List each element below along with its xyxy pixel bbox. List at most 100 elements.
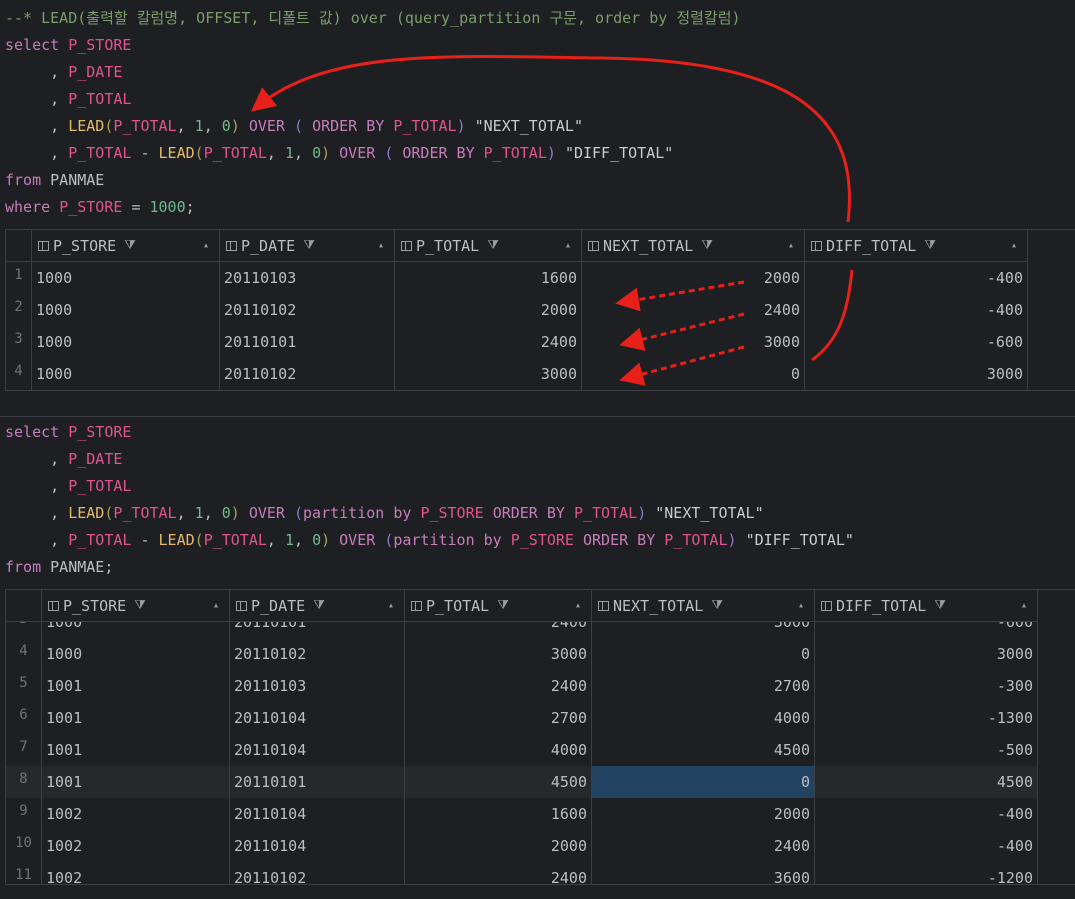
cell-p-total[interactable]: 2000 xyxy=(405,830,592,862)
cell-diff-total[interactable]: 3000 xyxy=(805,358,1028,390)
cell-p-total[interactable]: 3000 xyxy=(405,638,592,670)
cell-p-date[interactable]: 20110102 xyxy=(230,862,405,884)
cell-p-date[interactable]: 20110101 xyxy=(220,326,395,358)
table-row[interactable]: 4 1000 20110102 3000 0 3000 xyxy=(6,358,1028,390)
cell-p-store[interactable]: 1000 xyxy=(32,294,220,326)
column-header-p-store[interactable]: P_STORE ⧩ ▴ xyxy=(32,230,220,261)
cell-p-date[interactable]: 20110104 xyxy=(230,798,405,830)
cell-p-total[interactable]: 2400 xyxy=(405,862,592,884)
cell-diff-total[interactable]: 4500 xyxy=(815,766,1038,798)
cell-diff-total[interactable]: -400 xyxy=(815,830,1038,862)
filter-icon[interactable]: ⧩ xyxy=(701,238,713,253)
table-row[interactable]: 2 1000 20110102 2000 2400 -400 xyxy=(6,294,1028,326)
cell-next-total[interactable]: 2400 xyxy=(582,294,805,326)
sort-icon[interactable]: ▴ xyxy=(213,600,219,611)
cell-p-total[interactable]: 3000 xyxy=(395,358,582,390)
column-header-p-store[interactable]: P_STORE ⧩ ▴ xyxy=(42,590,230,621)
cell-next-total[interactable]: 0 xyxy=(582,358,805,390)
cell-p-store[interactable]: 1002 xyxy=(42,830,230,862)
cell-p-store[interactable]: 1002 xyxy=(42,862,230,884)
query1-editor[interactable]: --* LEAD(출력할 칼럼명, OFFSET, 디폴트 값) over (q… xyxy=(0,5,1075,221)
cell-p-total[interactable]: 2700 xyxy=(405,702,592,734)
column-header-p-total[interactable]: P_TOTAL ⧩ ▴ xyxy=(405,590,592,621)
cell-next-total[interactable]: 4000 xyxy=(592,702,815,734)
sort-icon[interactable]: ▴ xyxy=(1011,240,1017,251)
cell-p-total[interactable]: 4500 xyxy=(405,766,592,798)
sort-icon[interactable]: ▴ xyxy=(203,240,209,251)
filter-icon[interactable]: ⧩ xyxy=(487,238,499,253)
table-row[interactable]: 7 1001 20110104 4000 4500 -500 xyxy=(6,734,1038,766)
cell-diff-total[interactable]: -400 xyxy=(805,294,1028,326)
table-row[interactable]: 6 1001 20110104 2700 4000 -1300 xyxy=(6,702,1038,734)
result-grid-1[interactable]: P_STORE ⧩ ▴ P_DATE ⧩ ▴ P_TOTAL ⧩ ▴ NEXT_TOTAL ⧩ ▴ DI… xyxy=(5,229,1075,391)
cell-next-total[interactable]: 2000 xyxy=(592,798,815,830)
column-header-diff-total[interactable]: DIFF_TOTAL ⧩ ▴ xyxy=(815,590,1038,621)
cell-p-total[interactable]: 2400 xyxy=(395,326,582,358)
cell-p-date[interactable]: 20110104 xyxy=(230,830,405,862)
cell-next-total[interactable]: 2000 xyxy=(582,262,805,294)
cell-p-store[interactable]: 1000 xyxy=(32,262,220,294)
table-row[interactable]: 10 1002 20110104 2000 2400 -400 xyxy=(6,830,1038,862)
cell-diff-total[interactable]: -600 xyxy=(805,326,1028,358)
cell-p-store[interactable]: 1001 xyxy=(42,670,230,702)
query2-editor[interactable]: select P_STORE , P_DATE , P_TOTAL , LEAD… xyxy=(0,419,1075,581)
cell-next-total[interactable]: 3000 xyxy=(582,326,805,358)
table-row[interactable]: 9 1002 20110104 1600 2000 -400 xyxy=(6,798,1038,830)
cell-p-total[interactable]: 4000 xyxy=(405,734,592,766)
cell-p-store[interactable]: 1001 xyxy=(42,766,230,798)
sort-icon[interactable]: ▴ xyxy=(1021,600,1027,611)
column-header-next-total[interactable]: NEXT_TOTAL ⧩ ▴ xyxy=(582,230,805,261)
table-row[interactable]: 11 1002 20110102 2400 3600 -1200 xyxy=(6,862,1038,884)
filter-icon[interactable]: ⧩ xyxy=(924,238,936,253)
cell-p-total[interactable]: 2000 xyxy=(395,294,582,326)
cell-p-store[interactable]: 1001 xyxy=(42,702,230,734)
sort-icon[interactable]: ▴ xyxy=(798,600,804,611)
cell-p-date[interactable]: 20110103 xyxy=(220,262,395,294)
sort-icon[interactable]: ▴ xyxy=(788,240,794,251)
table-row[interactable]: 310002011010124003000-600 xyxy=(6,326,1028,358)
column-header-p-total[interactable]: P_TOTAL ⧩ ▴ xyxy=(395,230,582,261)
cell-diff-total[interactable]: -1300 xyxy=(815,702,1038,734)
cell-p-total[interactable]: 2400 xyxy=(405,670,592,702)
cell-diff-total[interactable]: -1200 xyxy=(815,862,1038,884)
column-header-p-date[interactable]: P_DATE ⧩ ▴ xyxy=(230,590,405,621)
table-row[interactable]: 4 1000 20110102 3000 0 3000 xyxy=(6,638,1038,670)
cell-p-date[interactable]: 20110102 xyxy=(230,638,405,670)
cell-diff-total[interactable]: -400 xyxy=(815,798,1038,830)
column-header-p-date[interactable]: P_DATE ⧩ ▴ xyxy=(220,230,395,261)
filter-icon[interactable]: ⧩ xyxy=(134,598,146,613)
cell-diff-total[interactable]: -300 xyxy=(815,670,1038,702)
sort-icon[interactable]: ▴ xyxy=(378,240,384,251)
filter-icon[interactable]: ⧩ xyxy=(124,238,136,253)
filter-icon[interactable]: ⧩ xyxy=(313,598,325,613)
filter-icon[interactable]: ⧩ xyxy=(303,238,315,253)
cell-next-total[interactable]: 2400 xyxy=(592,830,815,862)
column-header-diff-total[interactable]: DIFF_TOTAL ⧩ ▴ xyxy=(805,230,1028,261)
cell-p-date[interactable]: 20110103 xyxy=(230,670,405,702)
cell-p-date[interactable]: 20110104 xyxy=(230,702,405,734)
cell-next-total[interactable]: 2700 xyxy=(592,670,815,702)
cell-next-total[interactable]: 0 xyxy=(592,766,815,798)
sort-icon[interactable]: ▴ xyxy=(388,600,394,611)
filter-icon[interactable]: ⧩ xyxy=(934,598,946,613)
sort-icon[interactable]: ▴ xyxy=(575,600,581,611)
column-header-next-total[interactable]: NEXT_TOTAL ⧩ ▴ xyxy=(592,590,815,621)
cell-diff-total[interactable]: -500 xyxy=(815,734,1038,766)
cell-p-date[interactable]: 20110104 xyxy=(230,734,405,766)
filter-icon[interactable]: ⧩ xyxy=(711,598,723,613)
table-row[interactable]: 8 1001 20110101 4500 0 4500 xyxy=(6,766,1038,798)
cell-p-store[interactable]: 1000 xyxy=(32,326,220,358)
cell-p-store[interactable]: 1000 xyxy=(32,358,220,390)
cell-p-date[interactable]: 20110102 xyxy=(220,358,395,390)
result-grid-2[interactable]: P_STORE ⧩ ▴ P_DATE ⧩ ▴ P_TOTAL ⧩ ▴ NEXT_TOTAL ⧩ ▴ DI… xyxy=(5,589,1075,885)
cell-p-date[interactable]: 20110102 xyxy=(220,294,395,326)
table-row[interactable]: 1 1000 20110103 1600 2000 -400 xyxy=(6,262,1028,294)
cell-p-store[interactable]: 1002 xyxy=(42,798,230,830)
cell-p-store[interactable]: 1000 xyxy=(42,638,230,670)
cell-next-total[interactable]: 3600 xyxy=(592,862,815,884)
cell-next-total[interactable]: 4500 xyxy=(592,734,815,766)
cell-p-date[interactable]: 20110101 xyxy=(230,766,405,798)
cell-diff-total[interactable]: -400 xyxy=(805,262,1028,294)
filter-icon[interactable]: ⧩ xyxy=(497,598,509,613)
cell-p-total[interactable]: 1600 xyxy=(405,798,592,830)
